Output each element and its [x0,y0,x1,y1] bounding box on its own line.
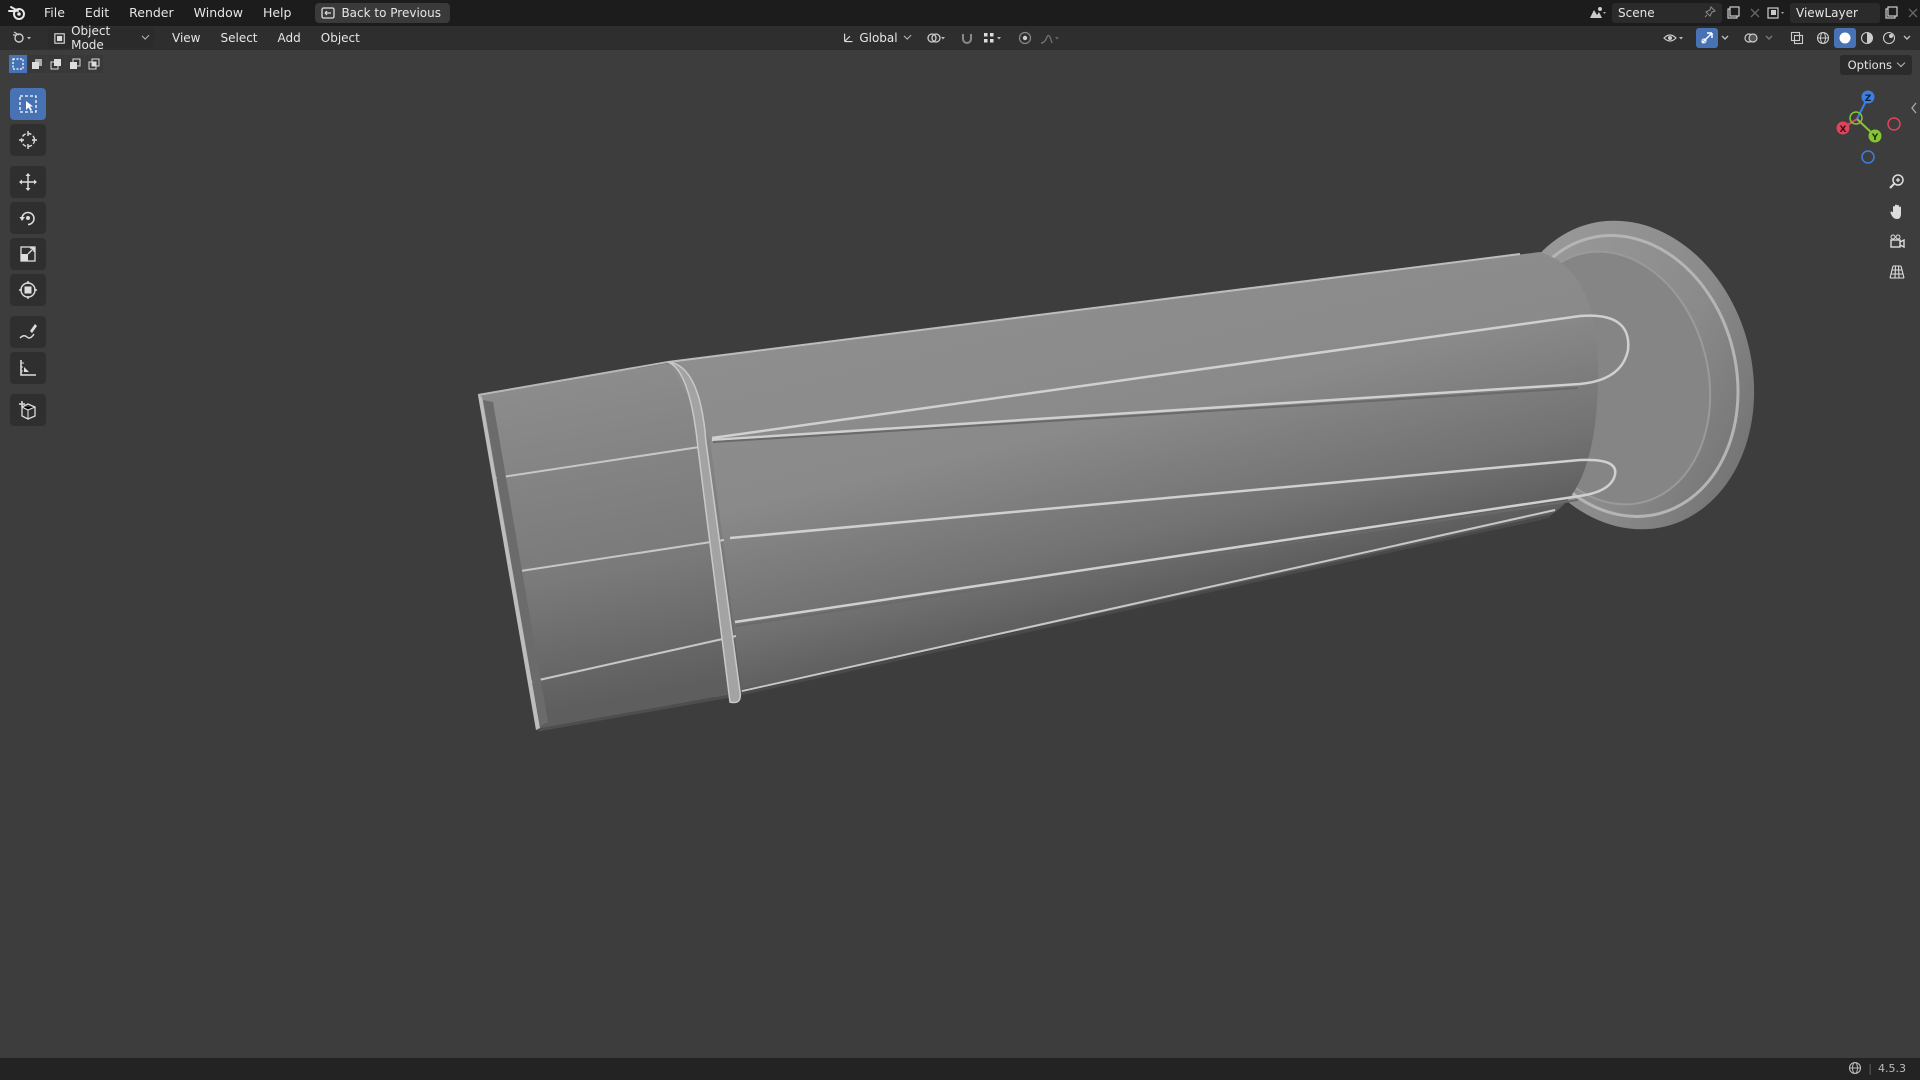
options-dropdown[interactable]: Options [1839,55,1912,75]
menu-object[interactable]: Object [311,31,370,45]
gizmo-x-label: X [1840,125,1847,135]
select-mode-subtract-icon[interactable] [47,55,65,73]
editor-type-icon[interactable] [8,28,38,48]
sidebar-toggle-icon[interactable] [1910,102,1918,117]
version-label: 4.5.3 [1878,1061,1906,1075]
shading-menu-chevron-icon[interactable] [1900,28,1914,48]
rendered-shading-icon[interactable] [1878,28,1900,48]
gizmo-neg-z-axis[interactable] [1861,150,1875,164]
view-layer-browse-icon[interactable] [1762,3,1790,23]
chevron-down-icon [1896,58,1906,68]
view-layer-name-field[interactable]: ViewLayer [1790,3,1880,23]
chevron-down-icon [903,31,912,41]
menu-help[interactable]: Help [253,0,302,26]
back-to-previous-button[interactable]: Back to Previous [315,3,450,23]
gizmo-menu-chevron-icon[interactable] [1718,28,1732,48]
menu-edit[interactable]: Edit [75,0,119,26]
proportional-falloff-icon[interactable] [1036,28,1066,48]
mode-dropdown[interactable]: Object Mode [48,24,154,52]
new-scene-icon[interactable] [1722,3,1744,23]
zoom-icon[interactable] [1882,167,1912,197]
material-preview-shading-icon[interactable] [1856,28,1878,48]
transform-orientation-dropdown[interactable]: Global [836,28,916,48]
annotate-tool-icon[interactable] [10,316,46,348]
xray-toggle-icon[interactable] [1786,28,1808,48]
measure-tool-icon[interactable] [10,352,46,384]
select-mode-extend-icon[interactable] [28,55,46,73]
gizmo-z-label: Z [1865,94,1872,104]
select-mode-invert-icon[interactable] [66,55,84,73]
options-label: Options [1847,58,1892,72]
show-overlays-icon[interactable] [1740,28,1762,48]
menu-render[interactable]: Render [119,0,184,26]
status-divider: | [1868,1061,1872,1075]
version-info: | 4.5.3 [1848,1061,1906,1075]
cylinder-body [667,252,1630,700]
pan-hand-icon[interactable] [1882,197,1912,227]
scene-browse-icon[interactable] [1584,3,1612,23]
transform-tool-icon[interactable] [10,274,46,306]
solid-shading-icon[interactable] [1834,28,1856,48]
snap-element-icon[interactable] [978,28,1008,48]
snap-toggle-icon[interactable] [956,28,978,48]
scene-name-field[interactable]: Scene [1612,3,1722,23]
status-bar: | 4.5.3 [0,1058,1920,1080]
blender-logo-icon[interactable] [0,0,34,26]
orientation-axes-icon [844,33,853,43]
menu-select[interactable]: Select [210,31,267,45]
wireframe-shading-icon[interactable] [1812,28,1834,48]
move-tool-icon[interactable] [10,166,46,198]
pivot-point-icon[interactable] [922,28,952,48]
scene-name: Scene [1618,6,1655,20]
menu-add[interactable]: Add [268,31,311,45]
add-cube-tool-icon[interactable] [10,394,46,426]
menu-view[interactable]: View [162,31,210,45]
view-layer-name: ViewLayer [1796,6,1858,20]
mode-label: Object Mode [71,24,111,52]
menu-file[interactable]: File [34,0,75,26]
chevron-down-icon [141,32,150,40]
overlays-menu-chevron-icon[interactable] [1762,28,1776,48]
select-box-tool-icon[interactable] [10,88,46,120]
top-menu-bar: File Edit Render Window Help Back to Pre… [0,0,1920,26]
scene-selector: Scene [1584,0,1766,26]
orientation-label: Global [859,31,898,45]
view-layer-selector: ViewLayer [1762,0,1920,26]
navigation-gizmo[interactable]: Z X Y [1818,86,1908,166]
menu-window[interactable]: Window [184,0,253,26]
select-mode-new-icon[interactable] [9,55,27,73]
select-mode-group [9,55,103,73]
camera-view-icon[interactable] [1882,227,1912,257]
viewport-header: Object Mode View Select Add Object Globa… [0,24,1920,52]
perspective-toggle-icon[interactable] [1882,257,1912,287]
new-view-layer-icon[interactable] [1880,3,1902,23]
pin-icon[interactable] [1704,5,1717,21]
proportional-editing-icon[interactable] [1014,28,1036,48]
network-globe-icon [1849,1061,1862,1075]
delete-view-layer-icon[interactable] [1902,3,1920,23]
select-mode-intersect-icon[interactable] [85,55,103,73]
cursor-tool-icon[interactable] [10,124,46,156]
cylinder-tip [477,361,743,732]
rotate-tool-icon[interactable] [10,202,46,234]
gizmo-neg-y-axis[interactable] [1849,111,1863,125]
scale-tool-icon[interactable] [10,238,46,270]
cylinder-mesh-model[interactable] [0,50,1920,1058]
visibility-selectability-icon[interactable] [1660,28,1690,48]
show-gizmo-icon[interactable] [1696,28,1718,48]
object-mode-icon [54,32,65,44]
gizmo-neg-x-axis[interactable] [1887,117,1901,131]
tool-shelf [10,88,46,430]
back-to-previous-label: Back to Previous [341,6,441,20]
back-icon [321,7,336,19]
gizmo-y-label: Y [1871,133,1879,143]
